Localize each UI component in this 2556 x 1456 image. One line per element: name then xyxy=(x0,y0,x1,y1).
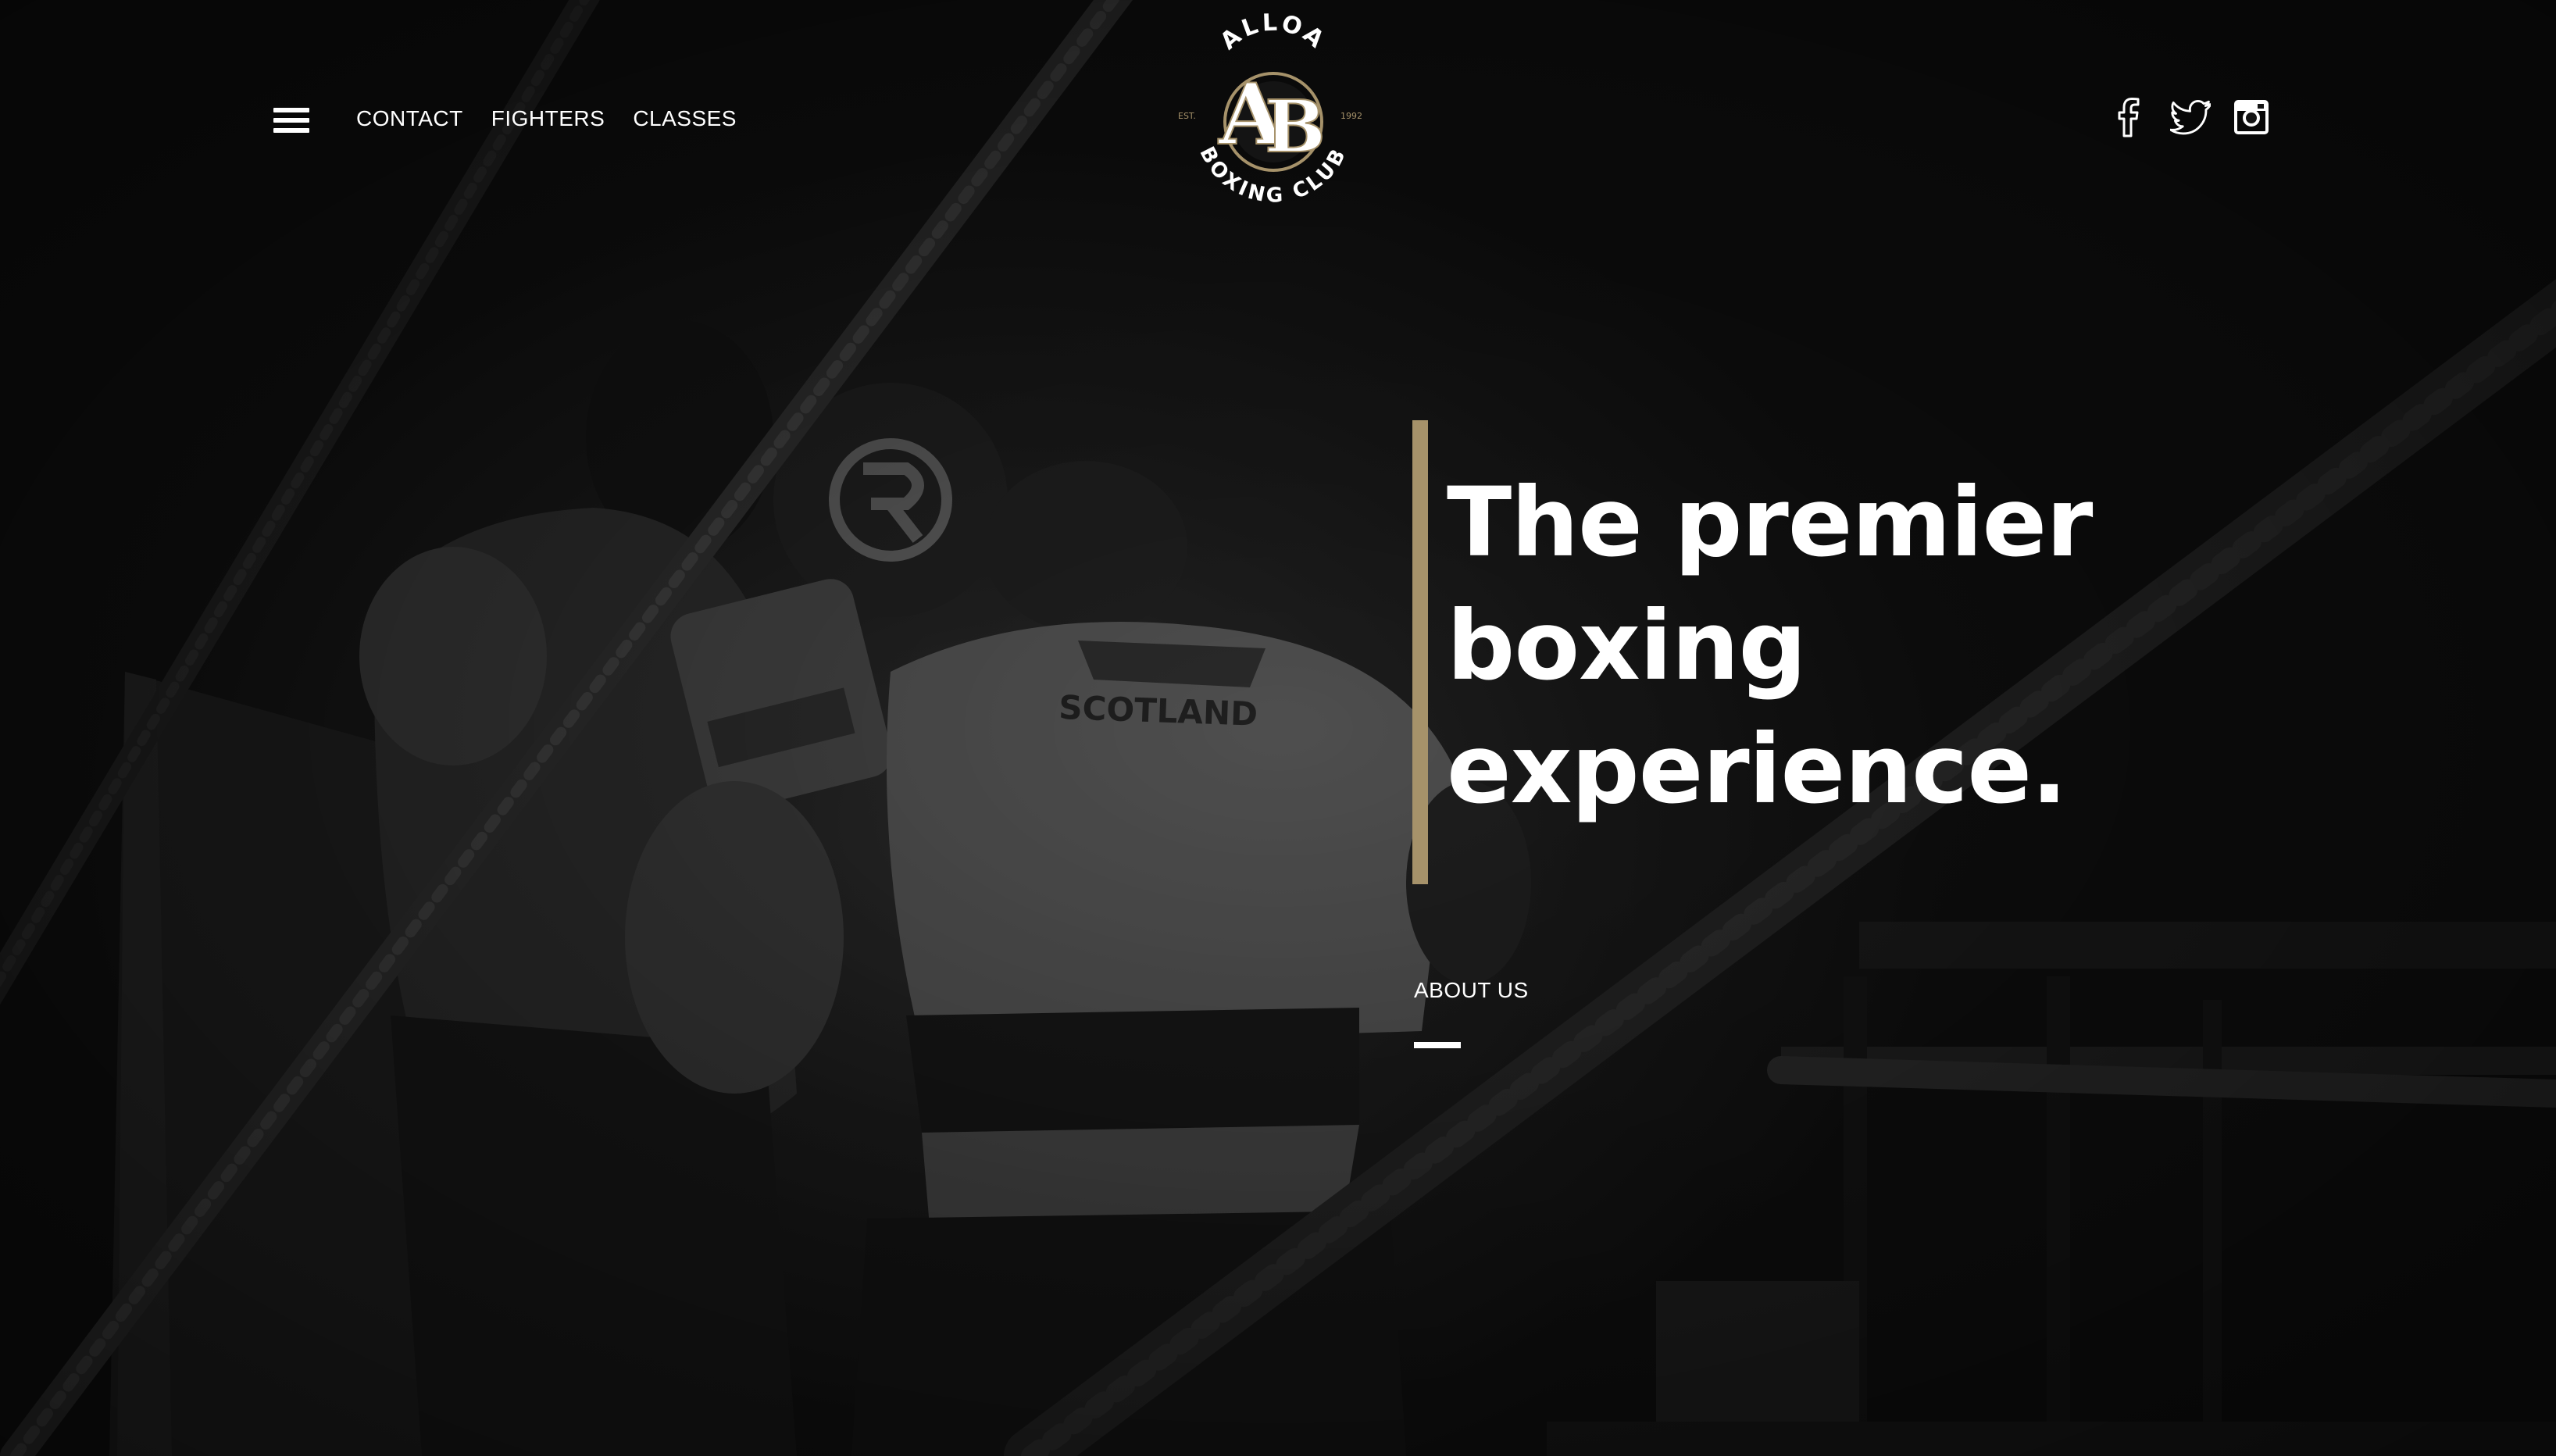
headline-line-2: boxing xyxy=(1447,591,1807,701)
about-us-underline xyxy=(1414,1042,1461,1048)
hero-headline: The premier boxing experience. xyxy=(1447,461,2150,831)
headline-line-3: experience. xyxy=(1447,714,2068,825)
nav-link-classes[interactable]: CLASSES xyxy=(633,106,737,131)
about-us-link[interactable]: ABOUT US xyxy=(1414,978,1529,1003)
logo-est-year: 1992 xyxy=(1340,111,1362,121)
instagram-icon[interactable] xyxy=(2231,97,2272,137)
logo-est-label: EST. xyxy=(1178,111,1196,121)
nav-link-contact[interactable]: CONTACT xyxy=(356,106,463,131)
social-links xyxy=(2109,97,2272,137)
svg-text:B: B xyxy=(1265,84,1326,169)
twitter-icon[interactable] xyxy=(2170,97,2211,137)
facebook-icon[interactable] xyxy=(2109,97,2150,137)
alloa-boxing-club-logo[interactable]: ALLOA A B EST. 1992 BOXING CLUB xyxy=(1156,12,1390,223)
headline-line-1: The premier xyxy=(1447,467,2093,578)
hamburger-menu-icon[interactable] xyxy=(273,105,311,136)
nav-link-fighters[interactable]: FIGHTERS xyxy=(491,106,605,131)
primary-nav: CONTACT FIGHTERS CLASSES xyxy=(356,106,737,131)
site-header: CONTACT FIGHTERS CLASSES ALLOA A B EST. … xyxy=(0,0,2556,234)
logo-top-text: ALLOA xyxy=(1216,12,1332,55)
headline-accent-bar xyxy=(1412,420,1428,884)
